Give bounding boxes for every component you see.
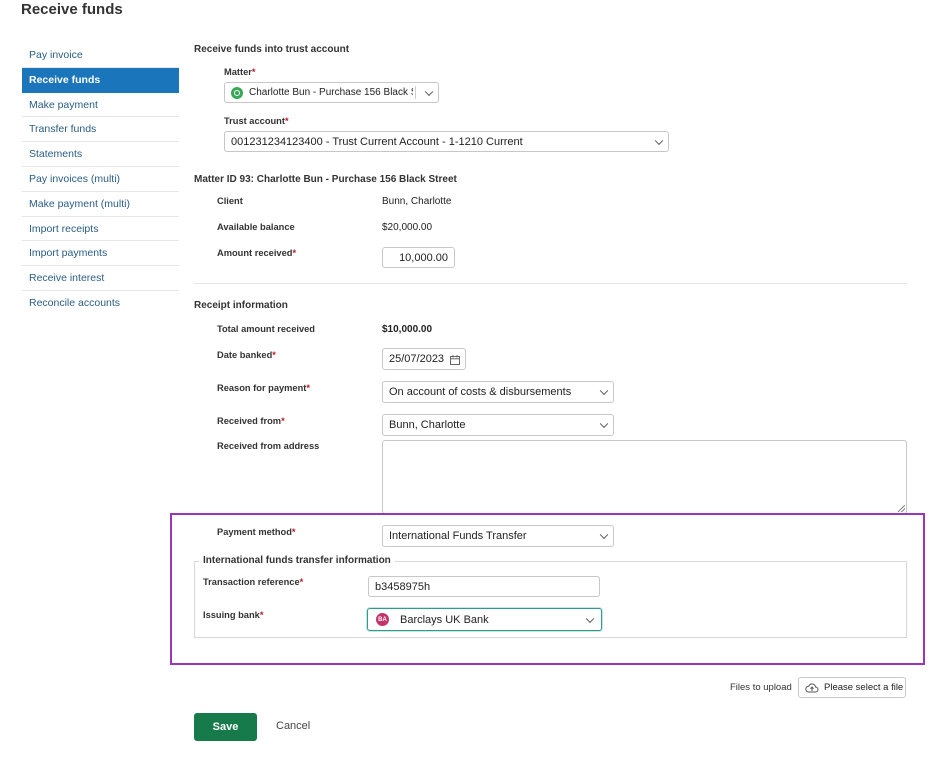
resize-handle-icon[interactable] xyxy=(898,505,905,512)
sidebar-nav: Pay invoice Receive funds Make payment T… xyxy=(22,43,179,316)
amount-received-input[interactable]: 10,000.00 xyxy=(382,247,455,268)
sidebar-item-statements[interactable]: Statements xyxy=(22,142,179,167)
matter-select-value: Charlotte Bun - Purchase 156 Black Stree… xyxy=(249,87,413,98)
upload-file-button[interactable]: Please select a file xyxy=(798,677,906,698)
sidebar-item-receive-funds[interactable]: Receive funds xyxy=(22,67,179,93)
chevron-down-icon xyxy=(599,386,609,396)
trust-account-value: 001231234123400 - Trust Current Account … xyxy=(231,135,523,148)
ift-heading: International funds transfer information xyxy=(199,555,395,566)
page-title: Receive funds xyxy=(21,1,123,18)
payment-method-select[interactable]: International Funds Transfer xyxy=(382,525,614,547)
sidebar-item-reconcile-accounts[interactable]: Reconcile accounts xyxy=(22,291,179,316)
trust-account-label: Trust account* xyxy=(224,116,289,126)
bank-logo-icon: BA xyxy=(376,613,389,626)
received-from-value: Bunn, Charlotte xyxy=(389,419,466,431)
matter-icon xyxy=(231,86,243,99)
matter-heading: Matter ID 93: Charlotte Bun - Purchase 1… xyxy=(194,174,457,185)
sidebar-item-make-payment[interactable]: Make payment xyxy=(22,93,179,118)
receipt-heading: Receipt information xyxy=(194,300,288,311)
sidebar-item-receive-interest[interactable]: Receive interest xyxy=(22,266,179,291)
sidebar-item-import-receipts[interactable]: Import receipts xyxy=(22,217,179,242)
chevron-down-icon xyxy=(654,136,664,145)
section-divider xyxy=(194,283,907,284)
available-balance-value: $20,000.00 xyxy=(382,222,433,233)
received-from-address-label: Received from address xyxy=(217,441,320,451)
reason-label: Reason for payment* xyxy=(217,383,310,393)
date-banked-label: Date banked* xyxy=(217,350,276,360)
sidebar-item-pay-invoice[interactable]: Pay invoice xyxy=(22,43,179,68)
files-to-upload-label: Files to upload xyxy=(730,682,792,693)
upload-file-button-label: Please select a file xyxy=(824,682,904,693)
sidebar-item-pay-invoices-multi[interactable]: Pay invoices (multi) xyxy=(22,167,179,192)
available-balance-label: Available balance xyxy=(217,222,295,232)
reason-select[interactable]: On account of costs & disbursements xyxy=(382,381,614,403)
client-label: Client xyxy=(217,196,243,206)
transaction-reference-label: Transaction reference* xyxy=(203,577,304,587)
save-button[interactable]: Save xyxy=(194,713,257,741)
cloud-upload-icon xyxy=(805,683,819,692)
issuing-bank-value: Barclays UK Bank xyxy=(400,613,489,626)
calendar-icon[interactable] xyxy=(450,355,460,365)
chevron-down-icon xyxy=(599,419,609,429)
chevron-down-icon xyxy=(424,87,434,96)
matter-select[interactable]: Charlotte Bun - Purchase 156 Black Stree… xyxy=(224,82,439,103)
payment-method-label: Payment method* xyxy=(217,527,296,537)
chevron-down-icon xyxy=(585,614,595,623)
matter-label: Matter* xyxy=(224,67,256,77)
cancel-button[interactable]: Cancel xyxy=(276,720,310,732)
matter-select-separator xyxy=(415,86,416,99)
amount-received-label: Amount received* xyxy=(217,248,297,258)
transaction-reference-input[interactable]: b3458975h xyxy=(368,576,600,597)
client-value: Bunn, Charlotte xyxy=(382,196,452,207)
sidebar-item-transfer-funds[interactable]: Transfer funds xyxy=(22,117,179,143)
received-from-select[interactable]: Bunn, Charlotte xyxy=(382,414,614,436)
trust-section-heading: Receive funds into trust account xyxy=(194,44,350,55)
issuing-bank-label: Issuing bank* xyxy=(203,610,264,620)
issuing-bank-select[interactable]: BA Barclays UK Bank xyxy=(367,608,602,631)
payment-method-value: International Funds Transfer xyxy=(389,530,527,542)
date-banked-input[interactable]: 25/07/2023 xyxy=(382,348,466,370)
sidebar-item-import-payments[interactable]: Import payments xyxy=(22,241,179,267)
trust-account-select[interactable]: 001231234123400 - Trust Current Account … xyxy=(224,131,669,152)
date-banked-value: 25/07/2023 xyxy=(389,353,445,365)
sidebar-item-make-payment-multi[interactable]: Make payment (multi) xyxy=(22,192,179,217)
reason-value: On account of costs & disbursements xyxy=(389,386,572,398)
total-amount-label: Total amount received xyxy=(217,324,315,334)
chevron-down-icon xyxy=(599,530,609,540)
total-amount-value: $10,000.00 xyxy=(382,324,433,335)
received-from-label: Received from* xyxy=(217,416,285,426)
received-from-address-textarea[interactable] xyxy=(382,440,907,514)
